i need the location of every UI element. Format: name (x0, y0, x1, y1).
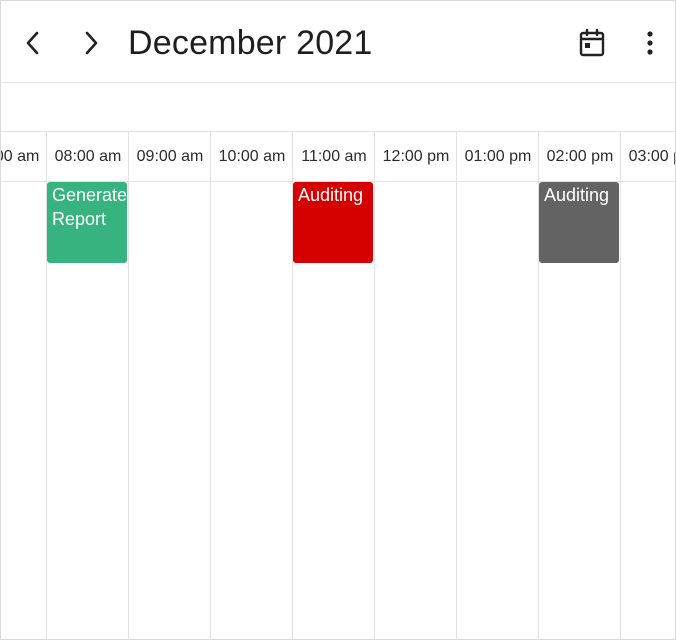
time-slot-label: 07:00 am (1, 148, 40, 165)
chevron-left-icon (26, 31, 39, 55)
chevron-right-icon (85, 31, 98, 55)
time-ruler: 07:00 am 08:00 am 09:00 am 10:00 am 11:0… (1, 132, 675, 182)
grid-divider (620, 132, 621, 639)
next-button[interactable] (71, 23, 111, 63)
appointment-subject: Auditing (298, 185, 364, 205)
more-options-button[interactable] (630, 23, 670, 63)
grid-divider (128, 132, 129, 639)
calendar-today-icon (579, 28, 605, 57)
time-slot-label: 11:00 am (301, 148, 367, 165)
calendar-frame: December 2021 07:00 am 08:00 am 09:00 am… (0, 0, 676, 640)
appointment-auditing[interactable]: Auditing (293, 182, 373, 263)
header-title[interactable]: December 2021 (128, 21, 373, 65)
grid-divider (210, 132, 211, 639)
time-slot-label: 01:00 pm (464, 148, 532, 165)
time-slot-label: 02:00 pm (546, 148, 614, 165)
time-slot-label: 12:00 pm (382, 148, 450, 165)
calendar-header: December 2021 (1, 1, 675, 83)
previous-button[interactable] (13, 23, 53, 63)
appointment-auditing[interactable]: Auditing (539, 182, 619, 263)
today-button[interactable] (572, 23, 612, 63)
appointment-generate-report[interactable]: Generate Report (47, 182, 127, 263)
time-slot-label: 08:00 am (54, 148, 122, 165)
time-slot-label: 03:00 pm (628, 148, 675, 165)
appointment-subject: Generate Report (52, 185, 127, 229)
appointment-subject: Auditing (544, 185, 610, 205)
grid-divider (374, 132, 375, 639)
more-vertical-icon (647, 31, 653, 55)
time-slot-label: 09:00 am (136, 148, 204, 165)
time-slot-label: 10:00 am (218, 148, 286, 165)
grid-divider (456, 132, 457, 639)
all-day-panel[interactable] (1, 83, 675, 132)
